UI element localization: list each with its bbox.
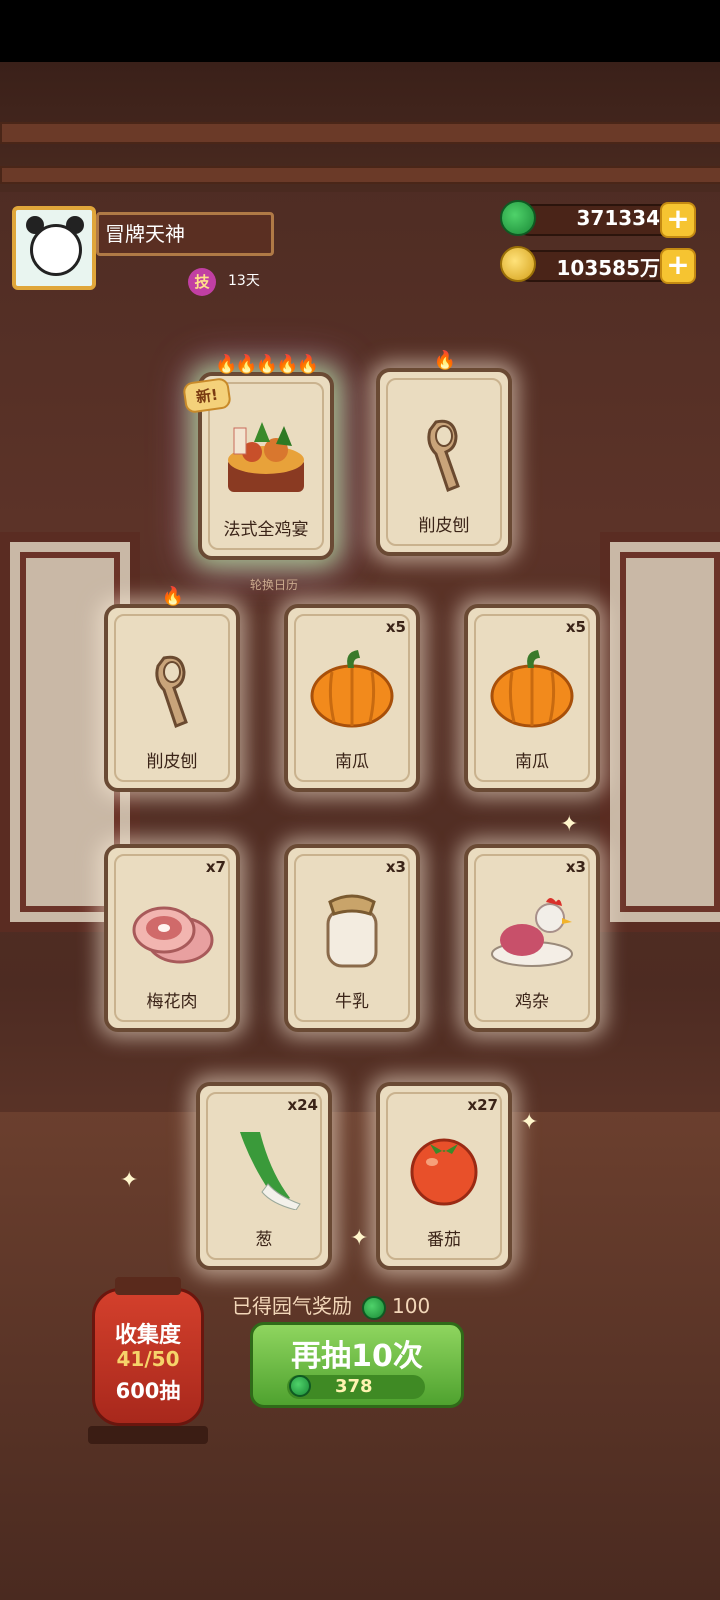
pork-icon xyxy=(132,906,214,964)
card-quantity: x5 xyxy=(385,618,406,636)
peeler-icon xyxy=(427,419,460,492)
reward-amount: 100 xyxy=(392,1294,431,1318)
card-quantity: x5 xyxy=(565,618,586,636)
card-label: 南瓜 xyxy=(335,752,369,772)
card-label: 梅花肉 xyxy=(146,992,198,1012)
sparkle-icon: ✦ xyxy=(560,812,579,837)
add-jade-button[interactable]: + xyxy=(660,202,696,238)
jade-currency: 371334 + xyxy=(500,200,700,240)
reward-summary: 已得园气奖励 100 xyxy=(232,1290,430,1320)
card-quantity: x27 xyxy=(467,1096,498,1114)
jade-coin-icon xyxy=(289,1375,311,1397)
flame-icon: 🔥🔥🔥🔥🔥 xyxy=(214,354,319,375)
card-scallion[interactable]: x24 葱 xyxy=(196,1082,332,1270)
reward-label: 已得园气奖励 xyxy=(232,1294,352,1318)
card-peeler[interactable]: 🔥 削皮刨 xyxy=(104,586,240,792)
roof-beam xyxy=(0,122,720,144)
card-label: 削皮刨 xyxy=(146,752,198,772)
card-label: 鸡杂 xyxy=(515,992,549,1012)
card-milk[interactable]: x3 牛乳 xyxy=(284,844,420,1032)
card-pumpkin[interactable]: x5 南瓜 xyxy=(284,604,420,792)
card-pumpkin[interactable]: x5 南瓜 xyxy=(464,604,600,792)
peeler-icon xyxy=(155,655,188,728)
card-quantity: x3 xyxy=(565,858,586,876)
coin-currency: 103585万 + xyxy=(500,246,700,286)
draw-button-label: 再抽10次 xyxy=(291,1339,423,1374)
card-label: 南瓜 xyxy=(515,752,549,772)
feast-icon xyxy=(228,422,304,492)
card-chicken-offal[interactable]: x3 鸡杂 xyxy=(464,844,600,1032)
card-label: 削皮刨 xyxy=(418,516,470,536)
player-name: 冒牌天神 xyxy=(96,212,274,256)
flame-icon: 🔥 xyxy=(161,586,184,607)
jade-coin-icon xyxy=(500,200,536,236)
draw-cost-amount: 378 xyxy=(335,1376,373,1397)
jade-coin-icon xyxy=(362,1295,386,1320)
card-quantity: x3 xyxy=(385,858,406,876)
draw-again-button[interactable]: 再抽10次 378 xyxy=(250,1322,464,1408)
card-label: 番茄 xyxy=(427,1230,461,1250)
card-quantity: x7 xyxy=(205,858,226,876)
milk-jar-icon xyxy=(326,894,378,968)
roof-beam xyxy=(0,166,720,184)
status-bar xyxy=(0,0,720,62)
chicken-icon xyxy=(491,898,573,967)
card-pork[interactable]: x7 梅花肉 xyxy=(104,844,240,1032)
card-quantity: x24 xyxy=(287,1096,318,1114)
days-counter: 13天 xyxy=(228,273,260,289)
copper-coin-icon xyxy=(500,246,536,282)
card-label: 牛乳 xyxy=(335,992,369,1012)
collection-progress: 41/50 xyxy=(116,1347,180,1371)
sparkle-icon: ✦ xyxy=(120,1168,139,1193)
draw-cost: 378 xyxy=(287,1375,425,1399)
sparkle-icon: ✦ xyxy=(350,1226,369,1251)
tomato-icon xyxy=(410,1138,478,1206)
right-window xyxy=(600,532,720,932)
rotation-calendar-label[interactable]: 轮换日历 xyxy=(250,576,298,593)
jade-amount: 371334 xyxy=(576,206,661,230)
player-avatar[interactable] xyxy=(12,206,96,290)
pumpkin-icon xyxy=(310,650,394,728)
skill-badge[interactable]: 技 xyxy=(188,268,216,296)
flame-icon: 🔥 xyxy=(433,350,456,371)
collection-lantern[interactable]: 收集度 41/50 600抽 xyxy=(92,1277,204,1426)
card-label: 法式全鸡宴 xyxy=(223,520,309,540)
new-tag: 新! xyxy=(182,376,232,415)
card-label: 葱 xyxy=(255,1230,273,1250)
card-feast[interactable]: 🔥🔥🔥🔥🔥 新! 法式全鸡宴 xyxy=(182,354,334,560)
collection-title: 收集度 xyxy=(114,1323,181,1348)
lantern-stand xyxy=(88,1426,208,1444)
sparkle-icon: ✦ xyxy=(520,1110,539,1135)
collection-draws: 600抽 xyxy=(115,1379,181,1403)
card-peeler[interactable]: 🔥 削皮刨 xyxy=(376,350,512,556)
coin-amount: 103585万 xyxy=(556,256,661,280)
add-coins-button[interactable]: + xyxy=(660,248,696,284)
pumpkin-icon xyxy=(490,650,574,728)
card-tomato[interactable]: x27 番茄 xyxy=(376,1082,512,1270)
scallion-icon xyxy=(240,1132,301,1210)
